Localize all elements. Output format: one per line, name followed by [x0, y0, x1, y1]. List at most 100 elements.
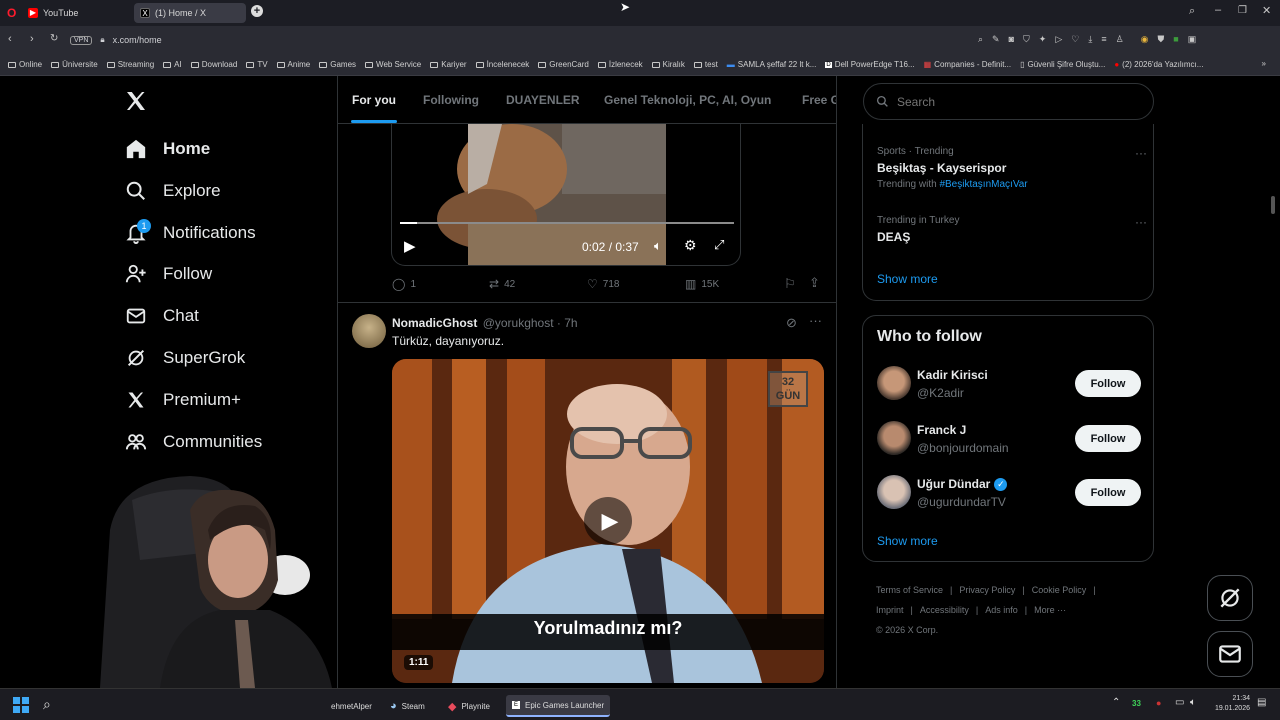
video-progress-track[interactable] — [400, 222, 734, 224]
bookmark-item[interactable]: GreenCard — [538, 60, 589, 69]
shield-ext-icon[interactable]: ⛊ — [1158, 34, 1165, 45]
back-icon[interactable]: ‹ — [8, 33, 12, 45]
follow-suggestion[interactable]: Uğur Dündar ✓ @ugurdundarTV Follow — [863, 471, 1155, 517]
tray-network-icon[interactable]: ▭ — [1175, 697, 1184, 708]
bookmark-item[interactable]: D Dell PowerEdge T16... — [825, 60, 915, 69]
bookmark-icon[interactable]: ⚐ — [784, 276, 796, 292]
more-options-icon[interactable]: ··· — [1135, 215, 1147, 229]
sidebar-item-home[interactable]: Home — [124, 134, 210, 164]
post-video-player[interactable]: ▶ 0:02 / 0:37 🔈︎ ⚙ ⤢ — [391, 124, 741, 266]
trends-show-more[interactable]: Show more — [877, 272, 938, 286]
tab-search-icon[interactable]: ⌕ — [1189, 5, 1195, 18]
volume-icon[interactable]: 🔈︎ — [654, 238, 662, 254]
tray-chevron-icon[interactable]: ⌃ — [1112, 697, 1120, 708]
follow-suggestion[interactable]: Franck J @bonjourdomain Follow — [863, 417, 1155, 463]
tray-clock[interactable]: 21:34 19.01.2026 — [1210, 694, 1250, 714]
windows-start-icon[interactable] — [13, 697, 29, 713]
sidebar-item-chat[interactable]: Chat — [124, 301, 199, 331]
more-options-icon[interactable]: ··· — [1135, 146, 1147, 160]
tab-duayenler[interactable]: DUAYENLER — [506, 93, 580, 107]
bookmark-item[interactable]: Games — [319, 60, 356, 69]
opera-logo-icon[interactable]: O — [7, 6, 16, 20]
vpn-badge[interactable]: VPN — [70, 35, 93, 45]
play-icon[interactable]: ▷ — [1055, 34, 1062, 45]
bookmark-item[interactable]: ▯ Güvenli Şifre Oluştu... — [1020, 60, 1105, 69]
messages-fab-button[interactable] — [1207, 631, 1253, 677]
views-button[interactable]: ▥ 15K — [685, 277, 719, 291]
trend-item[interactable]: Trending in Turkey DEAŞ ··· — [877, 215, 1147, 244]
grok-fab-button[interactable] — [1207, 575, 1253, 621]
bookmark-item[interactable]: İzlenecek — [597, 60, 643, 69]
sidebar-item-follow[interactable]: Follow — [124, 259, 212, 289]
taskbar-app-epic[interactable]: E Epic Games Launcher — [506, 695, 611, 717]
tray-volume-icon[interactable]: 🔈︎ — [1190, 697, 1196, 708]
url-field[interactable]: VPN 🔒︎ x.com/home — [70, 31, 970, 49]
like-button[interactable]: ♡ 718 — [587, 277, 619, 291]
settings-icon[interactable]: ⚙ — [684, 237, 697, 254]
repost-button[interactable]: ⇄ 42 — [489, 277, 515, 291]
footer-link-terms[interactable]: Terms of Service — [876, 580, 943, 600]
tray-count[interactable]: 33 — [1132, 699, 1141, 708]
sidebar-item-explore[interactable]: Explore — [124, 176, 221, 206]
post-video[interactable]: 32 GÜN ▶ Yorulmadınız mı? 1:11 — [392, 359, 824, 683]
shield-icon[interactable]: ⛉ — [1023, 34, 1030, 45]
post-avatar[interactable] — [352, 314, 386, 348]
camera-icon[interactable]: ◙ — [1009, 34, 1014, 45]
taskbar-app-playnite[interactable]: ◆ Playnite — [442, 695, 496, 717]
follow-button[interactable]: Follow — [1075, 479, 1141, 506]
follow-button[interactable]: Follow — [1075, 370, 1141, 397]
bookmark-item[interactable]: test — [693, 60, 718, 69]
trend-hashtag[interactable]: #BeşiktaşınMaçıVar — [939, 179, 1027, 190]
fullscreen-icon[interactable]: ⤢ — [714, 237, 724, 253]
zoom-icon[interactable]: ⌕ — [978, 34, 983, 45]
footer-link-ads-info[interactable]: Ads info — [985, 600, 1018, 620]
x-logo[interactable] — [124, 89, 150, 115]
translate-icon[interactable]: ✎ — [992, 34, 1000, 45]
sidebar-item-notifications[interactable]: 1 Notifications — [124, 218, 256, 248]
reply-button[interactable]: ◯ 1 — [392, 277, 416, 291]
bookmark-item[interactable]: Online — [8, 60, 42, 69]
bookmark-item[interactable]: İncelenecek — [475, 60, 529, 69]
share-icon[interactable]: ⇪ — [809, 275, 820, 291]
bookmark-item[interactable]: Web Service — [365, 60, 421, 69]
bookmark-item[interactable]: ● (2) 2026'da Yazılımcı... — [1114, 60, 1203, 69]
follow-suggestion[interactable]: Kadir Kirisci @K2adir Follow — [863, 362, 1155, 408]
tab-genel-teknoloji[interactable]: Genel Teknoloji, PC, AI, Oyun — [604, 93, 771, 107]
follow-button[interactable]: Follow — [1075, 425, 1141, 452]
restore-icon[interactable]: ❐ — [1238, 5, 1247, 16]
sidebar-item-premium[interactable]: Premium+ — [124, 385, 241, 415]
tray-record-icon[interactable]: ● — [1156, 698, 1161, 708]
footer-link-privacy[interactable]: Privacy Policy — [959, 580, 1015, 600]
chrome-ext-icon[interactable]: ◉ — [1141, 34, 1149, 45]
footer-link-imprint[interactable]: Imprint — [876, 600, 904, 620]
profile-icon[interactable]: ♙ — [1116, 34, 1124, 45]
footer-link-more[interactable]: More ··· — [1034, 600, 1066, 620]
tab-for-you[interactable]: For you — [352, 93, 396, 107]
bookmark-item[interactable]: ▦ Companies - Definit... — [924, 60, 1011, 69]
search-box[interactable] — [863, 83, 1154, 120]
bookmark-item[interactable]: Download — [190, 60, 237, 69]
bookmark-item[interactable]: Üniversite — [51, 60, 98, 69]
bookmark-item[interactable]: TV — [246, 60, 268, 69]
bookmark-item[interactable]: ▬ SAMLA şeffaf 22 lt k... — [727, 60, 817, 69]
forward-icon[interactable]: › — [30, 33, 34, 45]
footer-link-cookie[interactable]: Cookie Policy — [1032, 580, 1087, 600]
new-tab-icon[interactable]: + — [251, 5, 263, 17]
bookmark-item[interactable]: Streaming — [106, 60, 154, 69]
tab-free-games[interactable]: Free G — [802, 93, 836, 107]
post-author[interactable]: NomadicGhost — [392, 316, 477, 330]
taskbar-app-profile[interactable]: ehmetAlper — [325, 695, 378, 717]
bookmark-item[interactable]: AI — [163, 60, 182, 69]
bookmark-item[interactable]: Kariyer — [430, 60, 467, 69]
heart-icon[interactable]: ♡ — [1071, 34, 1079, 45]
tab-youtube[interactable]: ▶ YouTube — [22, 3, 130, 23]
page-scrollbar[interactable] — [1271, 196, 1275, 214]
play-icon[interactable]: ▶ — [404, 237, 416, 255]
bookmark-item[interactable]: Anime — [276, 60, 310, 69]
post-time[interactable]: · 7h — [557, 316, 578, 330]
tab-x-home[interactable]: X (1) Home / X — [134, 3, 246, 23]
download-icon[interactable]: ⤓ — [1088, 34, 1092, 45]
extension-icon[interactable]: ✦ — [1039, 34, 1047, 45]
grok-icon[interactable]: ⊘ — [786, 315, 797, 331]
taskbar-app-steam[interactable]: ◕ Steam — [384, 695, 431, 717]
